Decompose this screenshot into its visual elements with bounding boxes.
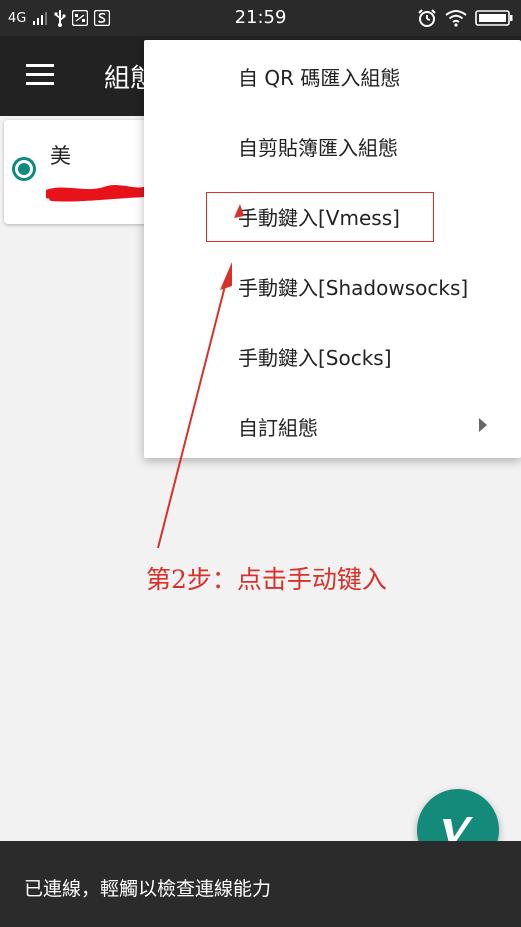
server-radio-button[interactable]	[12, 157, 36, 181]
submenu-arrow-icon	[479, 418, 487, 432]
menu-item-custom-config[interactable]: 自訂組態	[144, 390, 521, 460]
menu-item-manual-shadowsocks[interactable]: 手動鍵入[Shadowsocks]	[144, 250, 521, 320]
add-config-popup-menu: 自 QR 碼匯入組態 自剪貼簿匯入組態 手動鍵入[Vmess] 手動鍵入[Sha…	[144, 40, 521, 458]
menu-item-manual-socks[interactable]: 手動鍵入[Socks]	[144, 320, 521, 390]
battery-icon	[475, 9, 513, 27]
annotation-step-text: 第2步：点击手动键入	[146, 565, 387, 594]
connection-status-text: 已連線，輕觸以檢查連線能力	[24, 878, 272, 900]
hamburger-menu-icon[interactable]	[26, 64, 54, 86]
status-right-group	[417, 7, 513, 29]
menu-item-label: 自訂組態	[238, 416, 318, 440]
menu-item-label: 自 QR 碼匯入組態	[238, 66, 401, 90]
server-name: 美	[50, 144, 71, 168]
wifi-icon	[445, 9, 467, 27]
radio-selected-dot	[18, 163, 30, 175]
menu-item-label: 手動鍵入[Shadowsocks]	[238, 276, 469, 300]
alarm-clock-icon	[417, 8, 437, 28]
menu-item-label: 手動鍵入[Socks]	[238, 346, 392, 370]
menu-item-import-qr[interactable]: 自 QR 碼匯入組態	[144, 40, 521, 110]
menu-item-label: 自剪貼簿匯入組態	[238, 136, 398, 160]
status-bar: 4G 21:59	[0, 0, 521, 36]
annotation-highlight-box	[206, 192, 434, 242]
menu-item-import-clipboard[interactable]: 自剪貼簿匯入組態	[144, 110, 521, 180]
connection-status-bar[interactable]: 已連線，輕觸以檢查連線能力	[0, 841, 521, 927]
redaction-scribble	[46, 185, 150, 202]
server-card[interactable]: 美	[4, 120, 164, 224]
